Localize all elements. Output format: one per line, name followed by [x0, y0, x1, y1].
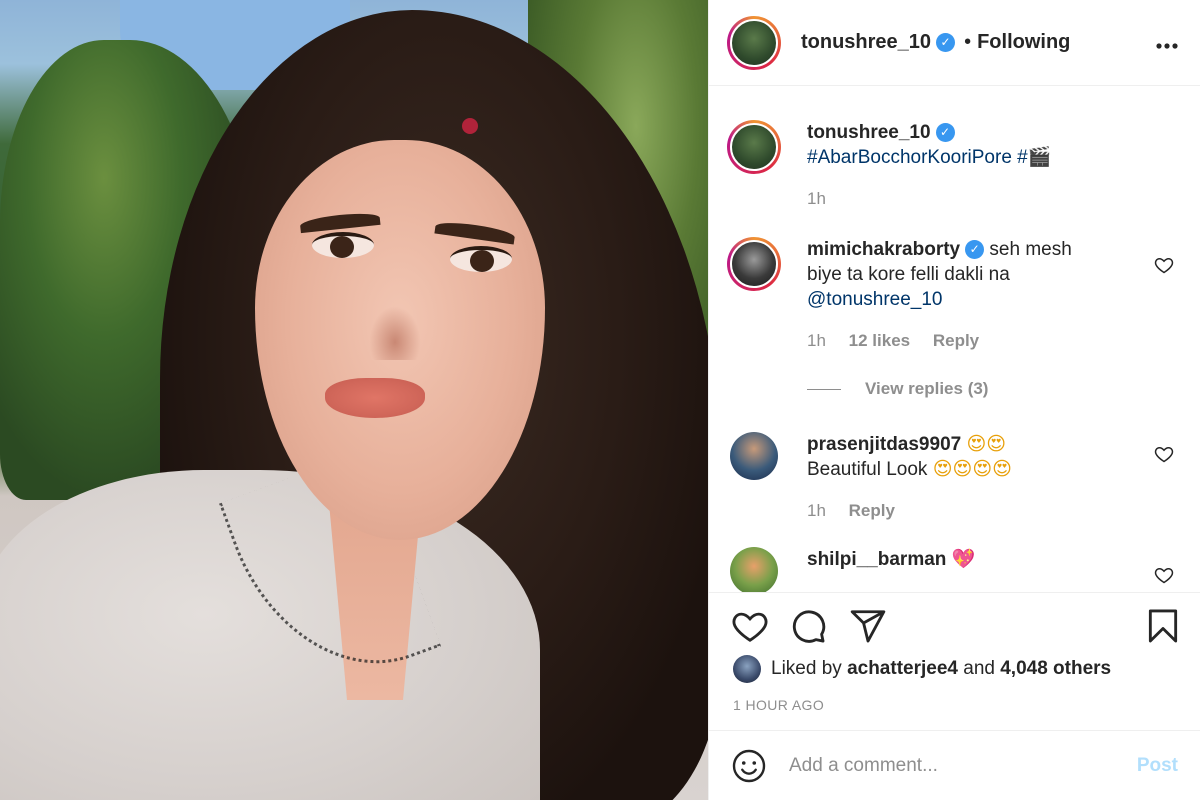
verified-badge-icon: ✓	[936, 33, 956, 52]
comment-time[interactable]: 1h	[807, 331, 826, 350]
author-avatar[interactable]	[727, 15, 781, 70]
caption: tonushree_10 ✓ #AbarBocchorKooriPore #🎬 1…	[727, 120, 1182, 211]
sparkling-heart-emoji-icon: 💖	[951, 549, 976, 570]
commenter-username[interactable]: mimichakraborty	[807, 239, 960, 260]
view-replies-label: View replies (3)	[865, 379, 989, 398]
pupil-right	[470, 250, 494, 272]
bindi	[462, 118, 478, 134]
liked-by-and: and	[963, 658, 995, 679]
comment-like-heart-icon[interactable]	[1154, 565, 1174, 585]
likes-summary: Liked by achatterjee4 and 4,048 others	[733, 655, 1111, 683]
author-username[interactable]: tonushree_10	[801, 31, 931, 54]
commenter-username[interactable]: prasenjitdas9907	[807, 434, 961, 455]
comment-item: shilpi__barman 💖	[727, 547, 1182, 592]
commenter-username[interactable]: shilpi__barman	[807, 549, 946, 570]
commenter-avatar[interactable]	[730, 547, 778, 592]
view-replies-line	[807, 388, 841, 390]
pupil-left	[330, 236, 354, 258]
post-comment-button[interactable]: Post	[1137, 755, 1178, 777]
nose	[365, 300, 425, 360]
liker-username[interactable]: achatterjee4	[847, 658, 958, 680]
comment-likes[interactable]: 12 likes	[849, 331, 910, 350]
comment-like-heart-icon[interactable]	[1154, 255, 1174, 275]
following-button[interactable]: Following	[977, 31, 1070, 54]
post-photo[interactable]	[0, 0, 708, 800]
more-horizontal-icon[interactable]	[1156, 30, 1178, 50]
caption-avatar[interactable]	[727, 120, 781, 174]
comment-text-line1: seh mesh	[989, 239, 1072, 260]
lips	[325, 378, 425, 418]
heart-eyes-emoji-icon: 😍😍😍😍	[932, 458, 1012, 480]
comments-list[interactable]: tonushree_10 ✓ #AbarBocchorKooriPore #🎬 1…	[709, 87, 1200, 592]
share-icon[interactable]	[849, 607, 887, 645]
reply-button[interactable]: Reply	[849, 501, 895, 520]
caption-text[interactable]: #AbarBocchorKooriPore #🎬	[807, 145, 1182, 170]
comment-item: mimichakraborty ✓ seh mesh biye ta kore f…	[727, 237, 1182, 353]
view-replies-button[interactable]: View replies (3)	[807, 379, 988, 399]
liked-by-prefix: Liked by	[771, 658, 842, 679]
verified-badge-icon: ✓	[965, 240, 985, 260]
separator-dot: •	[964, 31, 972, 53]
bookmark-icon[interactable]	[1144, 607, 1182, 645]
caption-time[interactable]: 1h	[807, 189, 826, 208]
caption-username[interactable]: tonushree_10	[807, 122, 931, 143]
verified-badge-icon: ✓	[935, 123, 955, 143]
comment-input[interactable]	[789, 754, 1109, 777]
comment-time[interactable]: 1h	[807, 501, 826, 520]
comment-like-heart-icon[interactable]	[1154, 444, 1174, 464]
heart-eyes-emoji-icon: 😍😍	[966, 433, 1007, 455]
comment-item: prasenjitdas9907 😍😍 Beautiful Look 😍😍😍😍 …	[727, 432, 1182, 523]
add-comment-bar: Post	[709, 730, 1200, 800]
emoji-picker-icon[interactable]	[731, 748, 767, 784]
post-sidebar: tonushree_10 ✓ • Following tonushree_10 ✓…	[708, 0, 1200, 800]
heart-icon[interactable]	[731, 607, 769, 645]
post-timestamp[interactable]: 1 HOUR AGO	[733, 697, 824, 713]
likes-others-link[interactable]: 4,048 others	[1000, 658, 1111, 680]
commenter-avatar[interactable]	[727, 237, 781, 291]
commenter-avatar[interactable]	[730, 432, 778, 480]
comment-icon[interactable]	[789, 607, 827, 645]
comment-text: Beautiful Look	[807, 459, 928, 480]
reply-button[interactable]: Reply	[933, 331, 979, 350]
comment-text-line2: biye ta kore felli dakli na	[807, 264, 1010, 285]
liker-avatar[interactable]	[733, 655, 761, 683]
post-header: tonushree_10 ✓ • Following	[709, 0, 1200, 86]
comment-mention[interactable]: @tonushree_10	[807, 287, 1182, 312]
